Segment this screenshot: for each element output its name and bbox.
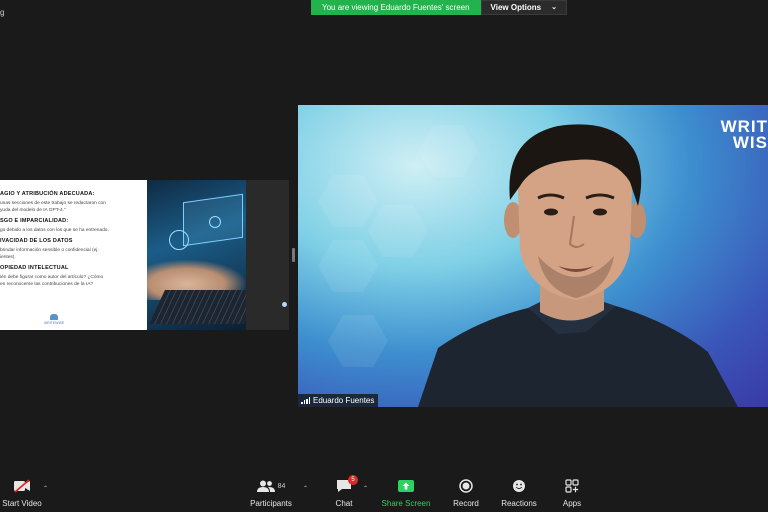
slide-paragraph: go debido a los datos con los que se ha … bbox=[0, 228, 109, 233]
slide-paragraph: unas secciones de este trabajo se redact… bbox=[0, 201, 106, 213]
apps-button[interactable]: Apps bbox=[559, 476, 585, 512]
slide-section: SGO E IMPARCIALIDAD: go debido a los dat… bbox=[0, 218, 143, 234]
chat-button[interactable]: 5 Chat bbox=[330, 475, 358, 512]
screen-share-banner: You are viewing Eduardo Fuentes' screen … bbox=[311, 0, 567, 15]
brain-icon bbox=[169, 230, 189, 250]
view-options-button[interactable]: View Options ⌄ bbox=[480, 0, 567, 15]
share-screen-icon bbox=[398, 476, 414, 496]
background-hexagon bbox=[318, 240, 378, 292]
meeting-controls-toolbar: Start Video ⌃ 84 Participants ⌃ 5 Chat ⌃… bbox=[0, 475, 768, 512]
pointer-dot-icon bbox=[282, 302, 287, 307]
speaker-person bbox=[418, 124, 738, 407]
slide-heading: OPIEDAD INTELECTUAL bbox=[0, 265, 69, 271]
reactions-label: Reactions bbox=[501, 499, 537, 508]
zoom-meeting-window: g You are viewing Eduardo Fuentes' scree… bbox=[0, 0, 768, 512]
participants-icon: 84 bbox=[256, 476, 286, 496]
shared-screen-slide[interactable]: AGIO Y ATRIBUCIÓN ADECUADA: unas seccion… bbox=[0, 180, 289, 330]
participants-count: 84 bbox=[277, 482, 286, 490]
start-video-button[interactable]: Start Video bbox=[2, 476, 42, 512]
signal-bars-icon bbox=[301, 397, 310, 404]
slide-section: OPIEDAD INTELECTUAL ién debe figurar com… bbox=[0, 265, 143, 288]
reactions-button[interactable]: Reactions bbox=[499, 476, 539, 512]
view-options-label: View Options bbox=[490, 3, 542, 12]
start-video-label: Start Video bbox=[2, 499, 42, 508]
logo-mark-icon bbox=[50, 314, 59, 320]
slide-text-panel: AGIO Y ATRIBUCIÓN ADECUADA: unas seccion… bbox=[0, 180, 147, 330]
chat-label: Chat bbox=[335, 499, 353, 508]
background-hexagon bbox=[318, 175, 378, 227]
slide-heading: IVACIDAD DE LOS DATOS bbox=[0, 238, 73, 244]
viewing-status-pill: You are viewing Eduardo Fuentes' screen bbox=[311, 0, 481, 15]
record-button[interactable]: Record bbox=[449, 476, 483, 512]
logo-text: WRITEWISE bbox=[44, 321, 65, 325]
reactions-smiley-icon bbox=[512, 476, 526, 496]
writewise-logo: WRITEWISE bbox=[44, 314, 64, 325]
keyboard-graphic bbox=[149, 290, 246, 324]
participants-label: Participants bbox=[250, 499, 292, 508]
share-screen-button[interactable]: Share Screen bbox=[380, 476, 432, 512]
head-icon bbox=[209, 216, 221, 228]
slide-paragraph: ién debe figurar como autor del artículo… bbox=[0, 275, 104, 287]
record-label: Record bbox=[453, 499, 479, 508]
apps-icon bbox=[565, 476, 579, 496]
slide-heading: AGIO Y ATRIBUCIÓN ADECUADA: bbox=[0, 191, 95, 197]
slide-section: AGIO Y ATRIBUCIÓN ADECUADA: unas seccion… bbox=[0, 191, 143, 214]
slide-heading: SGO E IMPARCIALIDAD: bbox=[0, 218, 69, 224]
slide-ai-image bbox=[147, 180, 246, 330]
slide-section: IVACIDAD DE LOS DATOS brindar informació… bbox=[0, 238, 143, 261]
participant-name-tag: Eduardo Fuentes bbox=[298, 394, 379, 407]
participant-name: Eduardo Fuentes bbox=[313, 396, 375, 405]
apps-label: Apps bbox=[562, 499, 582, 508]
record-icon bbox=[459, 476, 473, 496]
chat-icon: 5 bbox=[336, 475, 358, 496]
split-view-drag-handle[interactable] bbox=[292, 248, 295, 262]
participants-options-caret-icon[interactable]: ⌃ bbox=[303, 485, 308, 492]
window-title-fragment: g bbox=[0, 8, 5, 17]
chat-unread-badge: 5 bbox=[348, 475, 358, 485]
video-options-caret-icon[interactable]: ⌃ bbox=[43, 485, 48, 492]
speaker-video-tile[interactable]: WRIT WIS Eduardo Fuentes bbox=[298, 105, 768, 407]
share-screen-label: Share Screen bbox=[381, 499, 431, 508]
chat-options-caret-icon[interactable]: ⌃ bbox=[363, 485, 368, 492]
video-off-icon bbox=[13, 476, 31, 496]
slide-paragraph: brindar información sensible o confidenc… bbox=[0, 248, 99, 260]
chevron-down-icon: ⌄ bbox=[551, 4, 557, 11]
participants-button[interactable]: 84 Participants bbox=[248, 476, 294, 512]
background-hexagon bbox=[328, 315, 388, 367]
slide-dark-margin bbox=[246, 180, 289, 330]
